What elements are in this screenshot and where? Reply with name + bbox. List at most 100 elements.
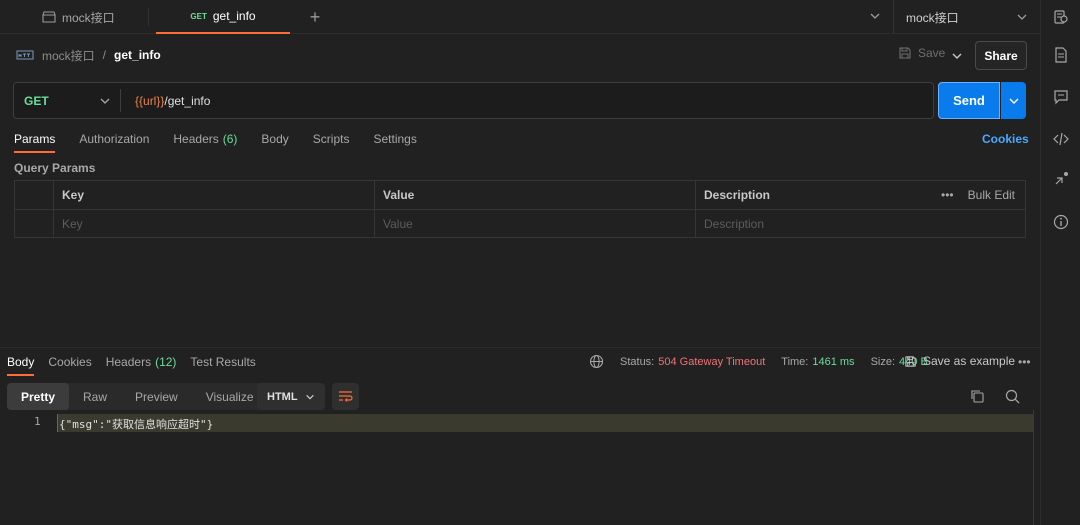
environment-label: mock接口	[906, 10, 959, 25]
tab-divider	[148, 8, 149, 26]
search-icon[interactable]	[1005, 389, 1020, 404]
bulk-edit-button[interactable]: Bulk Edit	[968, 188, 1015, 202]
chevron-down-icon	[99, 95, 111, 107]
url-path: /get_info	[164, 93, 211, 108]
tab-request-label: get_info	[212, 9, 256, 23]
breadcrumb-request-name[interactable]: get_info	[114, 48, 161, 62]
tabs-overflow-chevron-icon[interactable]	[868, 9, 882, 23]
more-options-icon[interactable]: •••	[941, 188, 954, 202]
new-tab-button[interactable]: +	[306, 0, 324, 34]
response-tab-body[interactable]: Body	[7, 349, 35, 376]
save-options-chevron-icon[interactable]	[950, 49, 964, 63]
tab-label: Params	[14, 132, 56, 146]
value-input[interactable]: Value	[374, 210, 696, 238]
status-label: Status:	[620, 355, 655, 368]
environment-select[interactable]: mock接口	[906, 0, 1028, 34]
tab-collection-label: mock接口	[62, 10, 115, 25]
tab-label: Test Results	[190, 355, 256, 369]
response-more-options-icon[interactable]: •••	[1018, 355, 1031, 369]
breadcrumb: mock接口 / get_info	[16, 44, 161, 66]
format-label: HTML	[267, 390, 298, 403]
tab-body[interactable]: Body	[261, 126, 288, 152]
info-icon[interactable]	[1053, 214, 1069, 230]
status-value[interactable]: 504 Gateway Timeout	[658, 356, 765, 368]
description-input[interactable]: Description	[695, 210, 1025, 238]
size-label: Size:	[870, 355, 896, 368]
url-variable: {{url}}	[135, 93, 165, 108]
save-label: Save	[918, 46, 946, 60]
save-as-example-button[interactable]: Save as example	[904, 354, 1015, 368]
tab-label: Scripts	[312, 132, 350, 146]
tab-scripts[interactable]: Scripts	[313, 126, 350, 152]
save-button[interactable]: Save	[898, 46, 945, 60]
related-collections-icon[interactable]	[1053, 171, 1069, 187]
tab-headers[interactable]: Headers (6)	[173, 126, 237, 152]
response-divider[interactable]	[0, 347, 1040, 348]
table-row: Key Value Description	[15, 210, 1025, 239]
send-options-button[interactable]	[1001, 82, 1026, 119]
copy-icon[interactable]	[970, 389, 985, 404]
collection-icon	[42, 11, 56, 23]
format-select[interactable]: HTML	[257, 383, 325, 410]
comments-icon[interactable]	[1053, 89, 1069, 105]
response-body-text[interactable]: {"msg":"获取信息响应超时"}	[59, 416, 213, 432]
http-request-icon	[16, 48, 34, 62]
query-params-title: Query Params	[14, 161, 96, 175]
save-icon	[898, 46, 912, 60]
view-raw[interactable]: Raw	[69, 383, 121, 410]
tab-label: Body	[261, 132, 289, 146]
wrap-lines-button[interactable]	[332, 383, 359, 410]
network-globe-icon[interactable]	[589, 354, 604, 369]
view-pretty[interactable]: Pretty	[7, 383, 70, 410]
response-tabs: Body Cookies Headers (12) Test Results	[7, 349, 270, 376]
chevron-down-icon	[1016, 11, 1028, 23]
response-tab-cookies[interactable]: Cookies	[48, 349, 91, 375]
right-sidebar	[1040, 0, 1080, 525]
environment-quick-look-icon[interactable]	[1053, 9, 1069, 25]
vertical-scrollbar[interactable]	[1033, 410, 1034, 525]
share-button[interactable]: Share	[975, 41, 1027, 70]
documentation-icon[interactable]	[1053, 47, 1069, 63]
cookies-link[interactable]: Cookies	[982, 132, 1029, 146]
save-icon	[904, 355, 917, 368]
line-number: 1	[34, 415, 41, 428]
env-divider	[893, 0, 894, 34]
tab-label: Headers	[173, 132, 219, 146]
send-button[interactable]: Send	[938, 82, 1000, 119]
tab-label: Settings	[373, 132, 417, 146]
tab-label: Body	[7, 355, 35, 369]
bulk-actions: ••• Bulk Edit	[941, 181, 1015, 209]
url-input[interactable]: {{url}}/get_info	[135, 83, 210, 118]
method-select[interactable]: GET	[24, 83, 49, 118]
tab-label: Headers	[105, 355, 152, 369]
response-tab-headers[interactable]: Headers (12)	[106, 349, 177, 375]
column-header-key: Key	[53, 181, 375, 209]
column-header-value: Value	[374, 181, 696, 209]
view-mode-toggle: Pretty Raw Preview Visualize	[7, 383, 268, 410]
code-icon[interactable]	[1053, 131, 1069, 147]
key-input[interactable]: Key	[53, 210, 375, 238]
tab-settings[interactable]: Settings	[373, 126, 416, 152]
tab-label: Authorization	[79, 132, 150, 146]
time-value[interactable]: 1461 ms	[812, 356, 854, 368]
tab-authorization[interactable]: Authorization	[79, 126, 149, 152]
tab-params[interactable]: Params	[14, 126, 56, 153]
breadcrumb-separator: /	[102, 48, 107, 62]
request-tabs: Params Authorization Headers (6) Body Scr…	[14, 126, 441, 153]
tab-count: (12)	[155, 355, 177, 369]
tab-collection[interactable]: mock接口	[42, 0, 115, 34]
tab-label: Cookies	[48, 355, 92, 369]
tab-method-badge: GET	[190, 11, 207, 21]
table-header-row: Key Value Description ••• Bulk Edit	[15, 181, 1025, 210]
breadcrumb-collection[interactable]: mock接口	[42, 47, 95, 64]
view-preview[interactable]: Preview	[121, 383, 192, 410]
save-as-example-label: Save as example	[923, 354, 1016, 368]
response-meta: Status: 504 Gateway Timeout Time: 1461 m…	[589, 354, 928, 369]
url-bar: GET {{url}}/get_info	[13, 82, 934, 119]
wrap-lines-icon	[338, 390, 353, 403]
chevron-down-icon	[305, 392, 315, 402]
tab-bar: mock接口 GET get_info + mock接口	[0, 0, 1040, 34]
tab-get-info[interactable]: GET get_info	[156, 0, 290, 34]
time-label: Time:	[781, 355, 809, 368]
response-tab-test-results[interactable]: Test Results	[190, 349, 255, 375]
